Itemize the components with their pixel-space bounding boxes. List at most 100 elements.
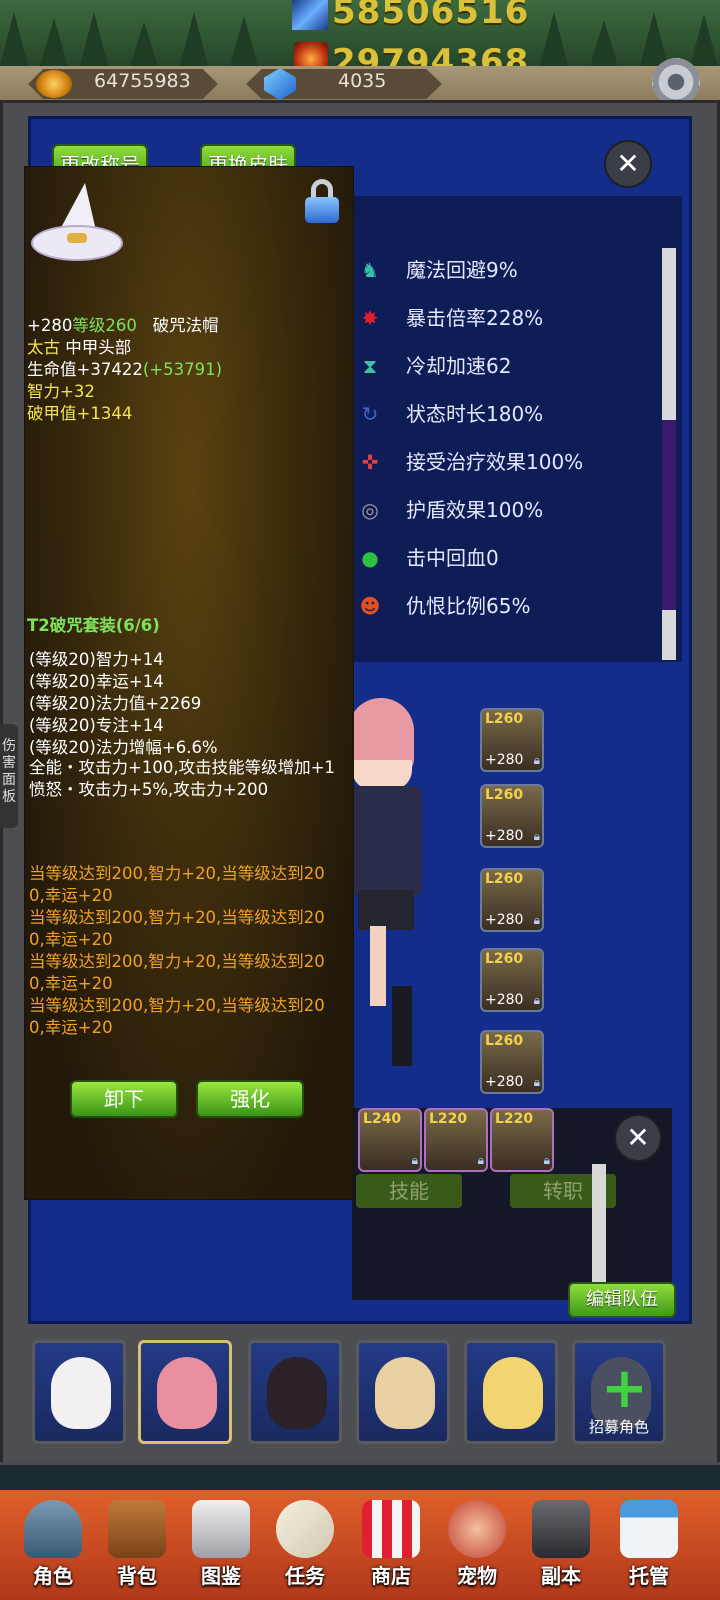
lock-icon[interactable] bbox=[303, 179, 341, 223]
item-int: 智力+32 bbox=[27, 382, 95, 401]
set-bonus-line: 愤怒・攻击力+5%,攻击力+200 bbox=[29, 780, 269, 799]
equip-slot[interactable]: L260 +280 🔒︎ bbox=[480, 1030, 544, 1094]
lower-scrollbar[interactable] bbox=[592, 1164, 606, 1296]
item-header: +280等级260 破咒法帽 bbox=[27, 316, 219, 335]
equip-slot[interactable]: L260 +280 🔒︎ bbox=[480, 784, 544, 848]
nav-shop[interactable]: 商店 bbox=[350, 1494, 432, 1596]
roster-base bbox=[0, 1462, 720, 1490]
ghost-icon: ♞ bbox=[361, 258, 379, 282]
set-bonus-line: (等级20)幸运+14 bbox=[29, 672, 164, 691]
nav-auto[interactable]: 托管 bbox=[608, 1494, 690, 1596]
stat-row: ✜ 接受治疗效果100% bbox=[352, 442, 652, 482]
hero-card[interactable] bbox=[356, 1340, 450, 1444]
lock-icon: 🔒︎ bbox=[477, 1153, 484, 1167]
power-value-top: 58506516 bbox=[332, 0, 530, 32]
skill-button[interactable]: 技能 bbox=[356, 1174, 462, 1208]
gem-amount: 4035 bbox=[338, 70, 387, 92]
nav-codex[interactable]: 图鉴 bbox=[180, 1494, 262, 1596]
nav-backpack[interactable]: 背包 bbox=[96, 1494, 178, 1596]
level-effect-line: 0,幸运+20 bbox=[29, 930, 113, 949]
lock-icon: 🔒︎ bbox=[533, 829, 540, 843]
lock-icon: 🔒︎ bbox=[543, 1153, 550, 1167]
shop-stall-icon bbox=[362, 1500, 420, 1558]
cross-arrows-icon: ✜ bbox=[361, 450, 379, 474]
set-bonus-line: (等级20)法力值+2269 bbox=[29, 694, 202, 713]
item-name: 破咒法帽 bbox=[152, 316, 219, 335]
enhance-button[interactable]: 强化 bbox=[196, 1080, 304, 1118]
wizard-hat-icon bbox=[31, 183, 123, 263]
blood-drop-icon: ● bbox=[361, 546, 379, 570]
equip-slot[interactable]: L260 +280 🔒︎ bbox=[480, 708, 544, 772]
close-panel-button[interactable]: ✕ bbox=[604, 140, 652, 188]
recruit-hero-card[interactable]: + 招募角色 bbox=[572, 1340, 666, 1444]
lock-icon: 🔒︎ bbox=[411, 1153, 418, 1167]
unequip-button[interactable]: 卸下 bbox=[70, 1080, 178, 1118]
hero-roster: + 招募角色 bbox=[28, 1340, 720, 1456]
stat-row: ● 击中回血0 bbox=[352, 538, 652, 578]
settings-gear-icon[interactable] bbox=[652, 58, 700, 106]
nav-character[interactable]: 角色 bbox=[12, 1494, 94, 1596]
close-icon: ✕ bbox=[616, 147, 640, 180]
level-effect-line: 当等级达到200,智力+20,当等级达到20 bbox=[29, 864, 325, 883]
stats-panel: ♞ 魔法回避9% ✸ 暴击倍率228% ⧗ 冷却加速62 ↻ 状态时长180% ✜ 接受治… bbox=[352, 196, 682, 662]
set-bonus-line: (等级20)智力+14 bbox=[29, 650, 164, 669]
demon-face-icon: ☻ bbox=[359, 594, 381, 618]
stat-row: ♞ 魔法回避9% bbox=[352, 250, 652, 290]
item-hp: 生命值+37422(+53791) bbox=[27, 360, 223, 379]
lightning-icon bbox=[292, 0, 328, 30]
equip-slot[interactable]: L220 🔒︎ bbox=[424, 1108, 488, 1172]
level-effect-line: 0,幸运+20 bbox=[29, 974, 113, 993]
character-portrait bbox=[348, 690, 472, 1120]
level-effect-line: 当等级达到200,智力+20,当等级达到20 bbox=[29, 952, 325, 971]
set-title: T2破咒套装(6/6) bbox=[27, 616, 160, 635]
book-icon bbox=[192, 1500, 250, 1558]
stat-row: ⧗ 冷却加速62 bbox=[352, 346, 652, 386]
item-tooltip: +280等级260 破咒法帽 太古 中甲头部 生命值+37422(+53791)… bbox=[24, 166, 354, 1200]
scroll-icon bbox=[276, 1500, 334, 1558]
gold-amount: 64755983 bbox=[94, 70, 191, 92]
equip-slot[interactable]: L220 🔒︎ bbox=[490, 1108, 554, 1172]
stats-scrollbar-thumb[interactable] bbox=[662, 420, 676, 610]
backpack-icon bbox=[108, 1500, 166, 1558]
nav-quests[interactable]: 任务 bbox=[264, 1494, 346, 1596]
level-effect-line: 0,幸运+20 bbox=[29, 1018, 113, 1037]
lock-icon: 🔒︎ bbox=[533, 993, 540, 1007]
level-effect-line: 当等级达到200,智力+20,当等级达到20 bbox=[29, 908, 325, 927]
gold-coin-icon bbox=[36, 70, 72, 98]
skull-gate-icon bbox=[532, 1500, 590, 1558]
set-bonus-line: (等级20)法力增幅+6.6% bbox=[29, 738, 218, 757]
close-lower-panel-button[interactable]: ✕ bbox=[614, 1114, 662, 1162]
stat-row: ☻ 仇恨比例65% bbox=[352, 586, 652, 626]
set-bonus-line: (等级20)专注+14 bbox=[29, 716, 164, 735]
equip-slot[interactable]: L240 🔒︎ bbox=[358, 1108, 422, 1172]
lock-icon: 🔒︎ bbox=[533, 913, 540, 927]
equip-slot[interactable]: L260 +280 🔒︎ bbox=[480, 868, 544, 932]
item-armor-break: 破甲值+1344 bbox=[27, 404, 133, 423]
plus-icon: + bbox=[601, 1356, 648, 1421]
shield-ring-icon: ◎ bbox=[361, 498, 379, 522]
hourglass-icon: ⧗ bbox=[362, 354, 378, 378]
hero-card[interactable] bbox=[32, 1340, 126, 1444]
lock-icon: 🔒︎ bbox=[533, 1075, 540, 1089]
resource-bar: 64755983 4035 bbox=[0, 66, 720, 102]
hero-card[interactable] bbox=[248, 1340, 342, 1444]
lock-icon: 🔒︎ bbox=[533, 753, 540, 767]
edit-team-button[interactable]: 编辑队伍 bbox=[568, 1282, 676, 1318]
damage-panel-tab[interactable]: 伤害面板 bbox=[0, 724, 18, 828]
hero-card[interactable] bbox=[464, 1340, 558, 1444]
helmet-icon bbox=[24, 1500, 82, 1558]
meat-icon bbox=[448, 1500, 506, 1558]
hero-card-selected[interactable] bbox=[138, 1340, 232, 1444]
flame-icon: ✸ bbox=[361, 306, 379, 330]
calendar-icon bbox=[620, 1500, 678, 1558]
level-effect-line: 当等级达到200,智力+20,当等级达到20 bbox=[29, 996, 325, 1015]
stat-row: ◎ 护盾效果100% bbox=[352, 490, 652, 530]
stat-row: ↻ 状态时长180% bbox=[352, 394, 652, 434]
close-icon: ✕ bbox=[626, 1121, 650, 1154]
nav-pets[interactable]: 宠物 bbox=[436, 1494, 518, 1596]
stat-row: ✸ 暴击倍率228% bbox=[352, 298, 652, 338]
equip-slot[interactable]: L260 +280 🔒︎ bbox=[480, 948, 544, 1012]
nav-dungeon[interactable]: 副本 bbox=[520, 1494, 602, 1596]
swirl-icon: ↻ bbox=[361, 402, 379, 426]
bottom-nav: 角色 背包 图鉴 任务 商店 宠物 副本 托管 bbox=[0, 1490, 720, 1600]
